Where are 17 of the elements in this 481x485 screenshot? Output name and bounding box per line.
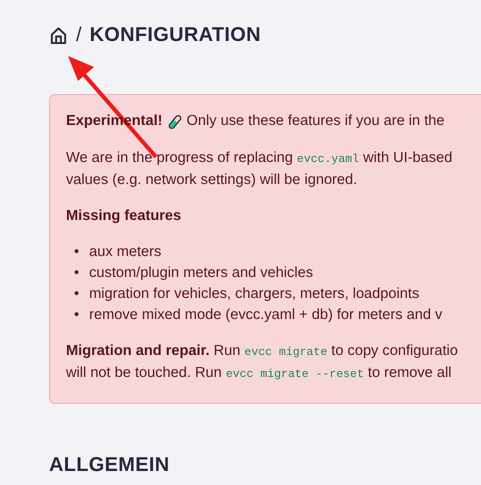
page-title: KONFIGURATION: [90, 23, 261, 47]
test-tube-icon: [166, 114, 183, 130]
feature-list-item: remove mixed mode (evcc.yaml + db) for meters and v: [89, 306, 442, 325]
bullet: •: [74, 264, 80, 283]
migration-text: Migration and repair. Run evcc migrate to copy configuratio will not be touched. Run evcc migrate --reset to remove all: [66, 342, 459, 383]
feature-list-item: custom/plugin meters and vehicles: [89, 264, 313, 283]
bullet: •: [74, 243, 80, 262]
bullet: •: [74, 285, 80, 304]
warning-text: Only use these features if you are in the: [186, 112, 444, 131]
info-text: We are in the progress of replacing evcc.yaml with UI-based values (e.g. network settings) will be ignored.: [66, 149, 454, 190]
feature-list-item: aux meters: [89, 243, 162, 262]
feature-list-item: migration for vehicles, chargers, meters, loadpoints: [89, 285, 420, 304]
missing-features-heading: Missing features: [66, 207, 182, 226]
breadcrumb-separator: /: [76, 23, 82, 48]
bullet: •: [74, 306, 80, 325]
section-heading: ALLGEMEIN: [49, 453, 170, 477]
home-icon[interactable]: [49, 26, 68, 44]
